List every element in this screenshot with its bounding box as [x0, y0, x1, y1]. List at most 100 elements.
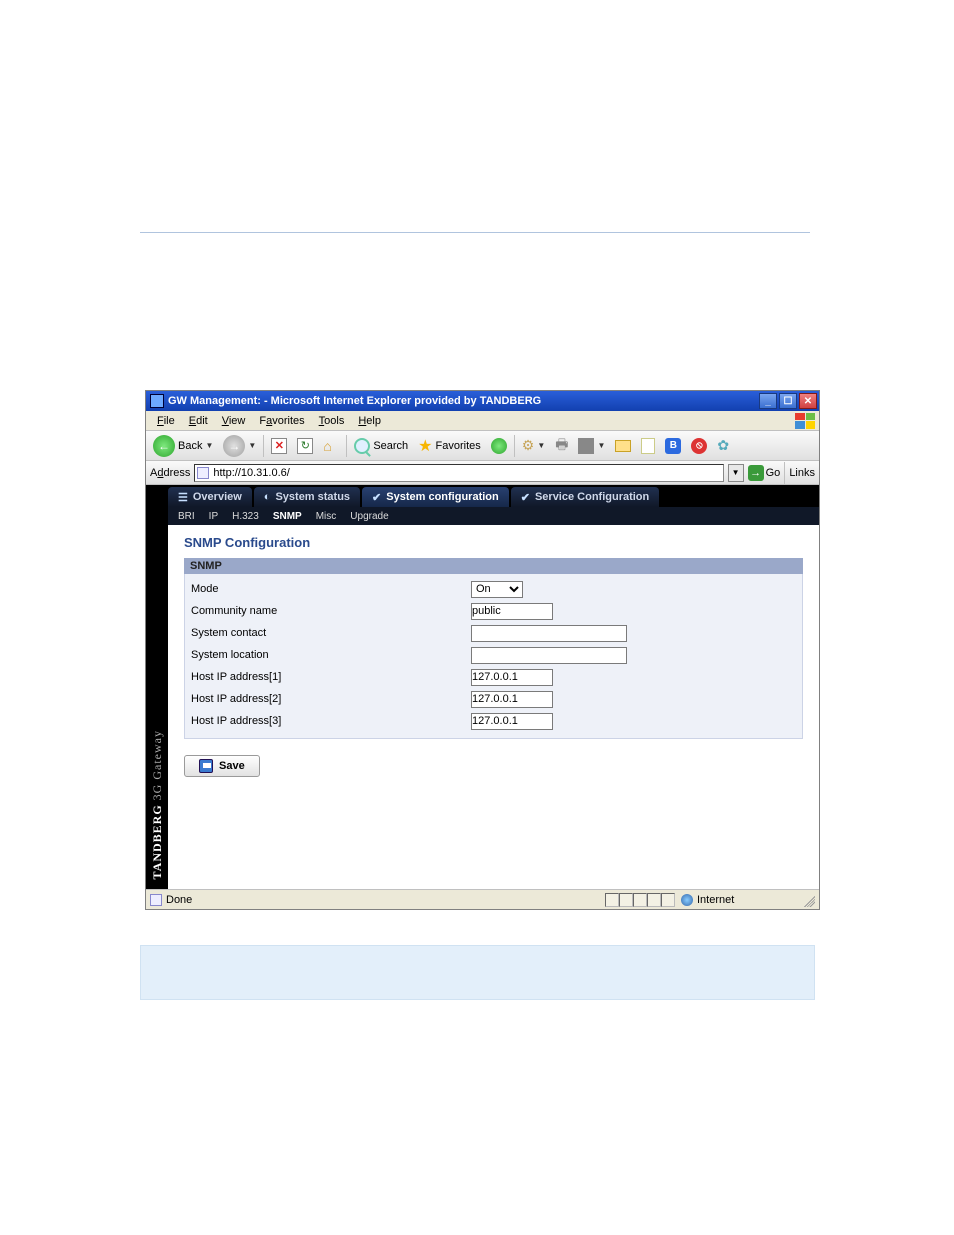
location-input[interactable]	[471, 647, 627, 664]
address-input-wrap	[194, 464, 723, 482]
bluetooth-icon: B	[665, 438, 681, 454]
window-title: GW Management: - Microsoft Internet Expl…	[168, 395, 541, 407]
titlebar[interactable]: GW Management: - Microsoft Internet Expl…	[146, 391, 819, 411]
media-button[interactable]	[488, 438, 510, 454]
subtab-ip[interactable]: IP	[209, 511, 218, 522]
ie-icon	[150, 394, 164, 408]
contact-label: System contact	[191, 627, 471, 639]
tab-system-configuration[interactable]: ✔System configuration	[362, 487, 509, 507]
host1-input[interactable]	[471, 669, 553, 686]
forward-button[interactable]: →▼	[220, 435, 259, 457]
page-icon	[197, 467, 209, 479]
subtab-bri[interactable]: BRI	[178, 511, 195, 522]
mode-select[interactable]: On	[471, 581, 523, 598]
subtab-misc[interactable]: Misc	[316, 511, 337, 522]
messenger-icon: ✿	[717, 437, 729, 454]
status-text: Done	[166, 894, 192, 906]
tab-service-configuration[interactable]: ✔Service Configuration	[511, 487, 660, 507]
refresh-button[interactable]: ↻	[294, 438, 316, 454]
minimize-button[interactable]: _	[759, 393, 777, 409]
subtab-snmp[interactable]: SNMP	[273, 511, 302, 522]
save-icon	[199, 759, 213, 773]
favorites-button[interactable]: ★Favorites	[415, 436, 484, 456]
donotenter-button[interactable]: ⦸	[688, 438, 710, 454]
close-button[interactable]: ✕	[799, 393, 817, 409]
edit-icon	[578, 438, 594, 454]
forward-icon: →	[223, 435, 245, 457]
back-button[interactable]: ←Back▼	[150, 435, 216, 457]
links-label[interactable]: Links	[789, 467, 815, 479]
config-icon: ✔	[372, 491, 381, 504]
search-button[interactable]: Search	[351, 438, 411, 454]
tab-overview[interactable]: ☰Overview	[168, 487, 252, 507]
windows-flag-icon	[795, 413, 815, 429]
globe-icon	[681, 894, 693, 906]
go-button[interactable]: →Go	[748, 465, 781, 481]
home-button[interactable]: ⌂	[320, 438, 342, 454]
back-icon: ←	[153, 435, 175, 457]
edit-button[interactable]: ▼	[575, 438, 608, 454]
bluetooth-button[interactable]: B	[662, 438, 684, 454]
service-icon: ✔	[521, 491, 530, 504]
menu-view[interactable]: View	[215, 415, 253, 427]
tab-system-status[interactable]: ◐System status	[254, 487, 360, 507]
address-bar: Address ▼ →Go Links	[146, 461, 819, 485]
print-icon: 🖶	[555, 434, 568, 458]
folder-button[interactable]	[612, 440, 634, 452]
host3-label: Host IP address[3]	[191, 715, 471, 727]
save-button[interactable]: Save	[184, 755, 260, 777]
location-label: System location	[191, 649, 471, 661]
toolbar: ←Back▼ →▼ ✕ ↻ ⌂ Search ★Favorites ⚙▼ 🖶 ▼…	[146, 431, 819, 461]
security-zone[interactable]: Internet	[681, 894, 801, 906]
host3-input[interactable]	[471, 713, 553, 730]
menubar: File Edit View Favorites Tools Help	[146, 411, 819, 431]
menu-file[interactable]: File	[150, 415, 182, 427]
subtab-h323[interactable]: H.323	[232, 511, 259, 522]
community-label: Community name	[191, 605, 471, 617]
history-button[interactable]: ⚙▼	[519, 437, 548, 454]
browser-window: GW Management: - Microsoft Internet Expl…	[145, 390, 820, 910]
brand-text: TANDBERG 3G Gateway	[150, 730, 165, 879]
note-icon	[641, 438, 655, 454]
menu-favorites[interactable]: Favorites	[252, 415, 311, 427]
menu-help[interactable]: Help	[351, 415, 388, 427]
home-icon: ⌂	[323, 438, 339, 454]
form-pane: SNMP Configuration SNMP Mode On Communit…	[168, 525, 819, 889]
mode-label: Mode	[191, 583, 471, 595]
folder-icon	[615, 440, 631, 452]
address-dropdown[interactable]: ▼	[728, 464, 744, 482]
address-input[interactable]	[213, 467, 722, 479]
overview-icon: ☰	[178, 491, 188, 504]
intro-text: '	[350, 280, 352, 291]
print-button[interactable]: 🖶	[552, 434, 571, 458]
brand-sidebar: TANDBERG 3G Gateway	[146, 485, 168, 889]
menu-edit[interactable]: Edit	[182, 415, 215, 427]
resize-grip[interactable]	[801, 893, 815, 907]
star-icon: ★	[418, 436, 432, 456]
community-input[interactable]	[471, 603, 553, 620]
host2-label: Host IP address[2]	[191, 693, 471, 705]
search-icon	[354, 438, 370, 454]
status-icon: ◐	[264, 491, 271, 503]
section-header: SNMP	[184, 558, 803, 574]
status-page-icon	[150, 894, 162, 906]
divider	[140, 232, 810, 233]
contact-input[interactable]	[471, 625, 627, 642]
gear-icon: ⚙	[522, 437, 535, 454]
status-panes	[605, 893, 675, 907]
sub-tabs: BRI IP H.323 SNMP Misc Upgrade	[168, 507, 819, 525]
donotenter-icon: ⦸	[691, 438, 707, 454]
hint-panel	[140, 945, 815, 1000]
refresh-icon: ↻	[297, 438, 313, 454]
maximize-button[interactable]: ☐	[779, 393, 797, 409]
messenger-button[interactable]: ✿	[714, 437, 732, 454]
main-tabs: ☰Overview ◐System status ✔System configu…	[168, 485, 819, 507]
host2-input[interactable]	[471, 691, 553, 708]
statusbar: Done Internet	[146, 889, 819, 909]
note-button[interactable]	[638, 438, 658, 454]
address-label: Address	[150, 467, 190, 479]
page-heading: SNMP Configuration	[184, 535, 803, 550]
menu-tools[interactable]: Tools	[312, 415, 352, 427]
stop-button[interactable]: ✕	[268, 438, 290, 454]
subtab-upgrade[interactable]: Upgrade	[350, 511, 388, 522]
